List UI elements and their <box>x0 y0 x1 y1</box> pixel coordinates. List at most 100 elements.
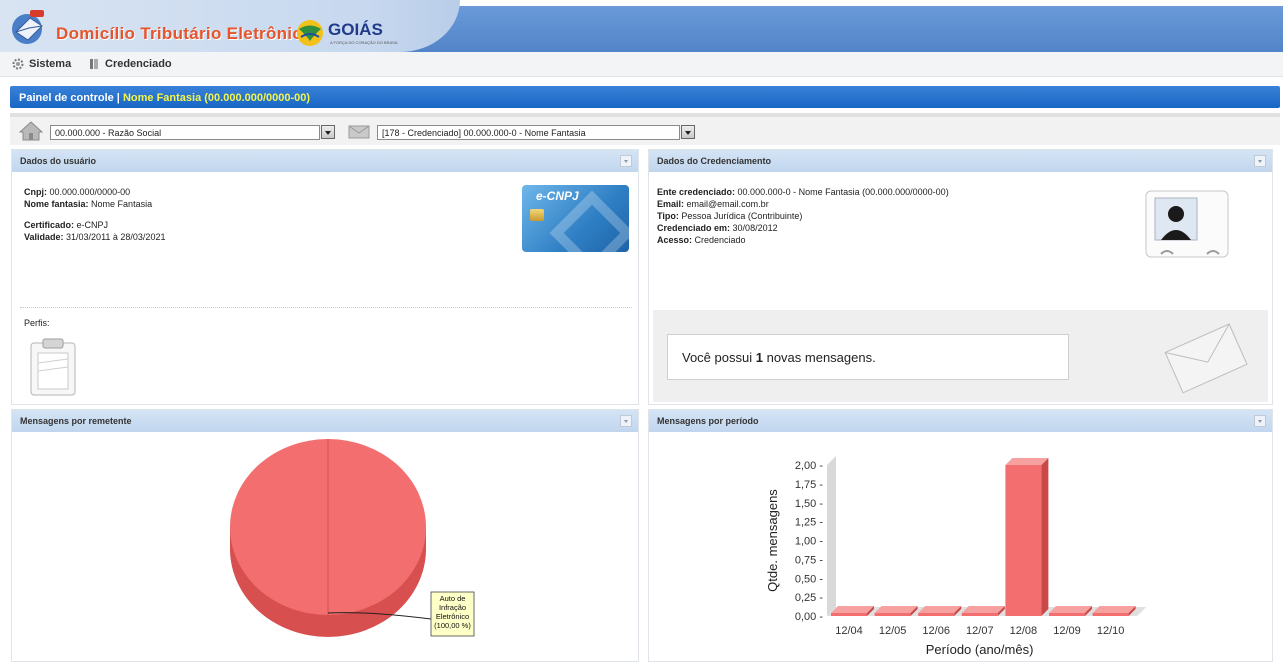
period-panel-header: Mensagens por período <box>649 410 1272 432</box>
x-tick-label: 12/06 <box>922 625 950 637</box>
y-tick-label: 1,00 - <box>795 536 823 548</box>
gear-icon <box>12 58 24 70</box>
cnpj-value: 00.000.000/0000-00 <box>49 187 131 197</box>
bar-top <box>918 606 962 613</box>
y-tick-label: 0,50 - <box>795 573 823 585</box>
envelope-icon <box>348 125 370 139</box>
accreditation-panel-title: Dados do Credenciamento <box>657 156 772 166</box>
selector-bar: 00.000.000 - Razão Social [178 - Credenc… <box>10 113 1280 145</box>
y-tick-label: 1,75 - <box>795 479 823 491</box>
company-select[interactable]: 00.000.000 - Razão Social <box>50 125 320 140</box>
app-title: Domicílio Tributário Eletrônico <box>56 24 313 43</box>
x-tick-label: 12/10 <box>1097 625 1125 637</box>
y-tick-label: 1,25 - <box>795 517 823 529</box>
ente-label: Ente credenciado: <box>657 187 736 197</box>
x-tick-label: 12/09 <box>1053 625 1081 637</box>
book-icon <box>90 59 98 69</box>
state-logo-sub: A FORÇA DO CORAÇÃO DO BRASIL <box>330 40 399 45</box>
bar-top <box>1005 458 1049 465</box>
accreditation-panel: Dados do Credenciamento Ente credenciado… <box>648 149 1273 405</box>
bar-top <box>1092 606 1136 613</box>
period-panel-title: Mensagens por período <box>657 416 759 426</box>
contact-card-icon <box>1145 190 1229 258</box>
messages-count: 1 <box>755 350 763 365</box>
menu-sistema[interactable]: Sistema <box>12 58 71 70</box>
user-data-panel: Dados do usuário Cnpj: 00.000.000/0000-0… <box>11 149 639 405</box>
tipo-value: Pessoa Jurídica (Contribuinte) <box>681 211 803 221</box>
profiles-label: Perfis: <box>24 318 50 328</box>
validity-label: Validade: <box>24 232 64 242</box>
accreditation-panel-collapse-icon[interactable] <box>1254 155 1266 167</box>
access-value: Credenciado <box>694 235 746 245</box>
sender-panel-collapse-icon[interactable] <box>620 415 632 427</box>
y-tick-label: 1,50 - <box>795 498 823 510</box>
period-bar-chart: 0,00 - 0,25 - 0,50 - 0,75 - 1,00 - 1,25 - 1,50… <box>765 456 1147 657</box>
messages-area: Você possui 1 novas mensagens. <box>653 310 1268 402</box>
company-select-dropdown-icon[interactable] <box>321 125 335 139</box>
card-chip <box>530 209 544 221</box>
bar <box>1049 613 1085 616</box>
clipboard-icon[interactable] <box>29 337 77 397</box>
new-messages-box[interactable]: Você possui 1 novas mensagens. <box>667 334 1069 380</box>
email-value: email@email.com.br <box>686 199 769 209</box>
header-band <box>400 6 1283 52</box>
cert-value: e-CNPJ <box>76 220 109 230</box>
bar <box>918 613 955 616</box>
messages-by-sender-panel: Mensagens por remetente Auto de Infração E… <box>11 409 639 662</box>
accreditation-panel-header: Dados do Credenciamento <box>649 150 1272 172</box>
bar <box>874 613 911 616</box>
accredited-date-label: Credenciado em: <box>657 223 731 233</box>
menu-bar: Sistema Credenciado <box>0 52 1283 77</box>
bar <box>831 613 867 616</box>
menu-credenciado[interactable]: Credenciado <box>88 58 172 70</box>
x-axis-label: Período (ano/mês) <box>926 642 1034 657</box>
ecnpj-card-icon: e-CNPJ <box>522 185 629 252</box>
page-title-bar: Painel de controle | Nome Fantasia (00.0… <box>10 86 1280 108</box>
tipo-label: Tipo: <box>657 211 679 221</box>
cert-label: Certificado: <box>24 220 75 230</box>
email-label: Email: <box>657 199 685 209</box>
validity-value: 31/03/2011 à 28/03/2021 <box>66 232 166 242</box>
bar-top <box>1049 606 1092 613</box>
goias-globe-icon <box>297 20 323 46</box>
menu-credenciado-label: Credenciado <box>105 58 172 70</box>
y-tick-label: 0,25 - <box>795 592 823 604</box>
y-tick-label: 0,00 - <box>795 611 823 623</box>
state-logo: GOIÁS <box>328 20 383 39</box>
bar-top <box>831 606 874 613</box>
sender-panel-title: Mensagens por remetente <box>20 416 132 426</box>
period-panel-collapse-icon[interactable] <box>1254 415 1266 427</box>
page-title-company: Nome Fantasia (00.000.000/0000-00) <box>122 92 311 104</box>
page-title: Painel de controle | <box>19 92 120 104</box>
accreditation-select-dropdown-icon[interactable] <box>681 125 695 139</box>
name-label: Nome fantasia: <box>24 199 89 209</box>
x-tick-label: 12/05 <box>879 625 907 637</box>
y-tick-label: 2,00 - <box>795 460 823 472</box>
dte-logo-icon <box>12 10 44 44</box>
bar-top <box>874 606 918 613</box>
bar <box>1005 465 1042 616</box>
bar <box>1092 613 1129 616</box>
bar <box>961 613 998 616</box>
y-tick-label: 0,75 - <box>795 554 823 566</box>
x-tick-label: 12/08 <box>1010 625 1038 637</box>
access-label: Acesso: <box>657 235 693 245</box>
name-value: Nome Fantasia <box>91 199 153 209</box>
app-header: Domicílio Tributário Eletrônico GOIÁS A … <box>0 0 1283 52</box>
user-panel-separator <box>20 307 632 308</box>
user-panel-collapse-icon[interactable] <box>620 155 632 167</box>
mail-envelope-icon[interactable] <box>1161 318 1253 396</box>
card-label: e-CNPJ <box>536 189 579 203</box>
x-tick-label: 12/04 <box>835 625 863 637</box>
x-tick-label: 12/07 <box>966 625 994 637</box>
chart-back-wall <box>827 456 836 616</box>
accredited-date-value: 30/08/2012 <box>732 223 778 233</box>
sender-panel-header: Mensagens por remetente <box>12 410 638 432</box>
accreditation-select[interactable]: [178 - Credenciado] 00.000.000-0 - Nome … <box>377 125 680 140</box>
user-panel-title: Dados do usuário <box>20 156 97 166</box>
ente-value: 00.000.000-0 - Nome Fantasia (00.000.000… <box>737 187 949 197</box>
user-panel-header: Dados do usuário <box>12 150 638 172</box>
bar-side <box>1041 458 1049 616</box>
messages-suffix: novas mensagens. <box>766 350 876 365</box>
home-icon[interactable] <box>19 120 43 142</box>
